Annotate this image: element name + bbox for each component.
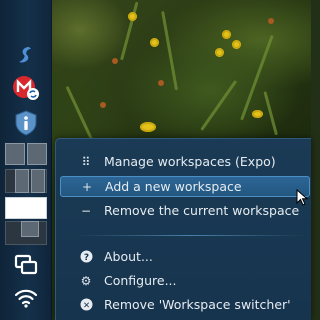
yellow-flower [150,38,159,47]
network-applet[interactable] [0,285,52,311]
menu-item-label: About... [104,249,153,264]
yellow-flower [215,48,224,57]
menu-item-manage-workspaces[interactable]: ⠿ Manage workspaces (Expo) [60,151,310,172]
menu-item-label: Configure... [104,273,177,288]
menu-item-about[interactable]: ? About... [60,246,310,267]
mega-sync-launcher[interactable] [0,74,52,102]
grass-blade [120,1,139,61]
configure-icon: ⚙ [80,273,92,288]
menu-item-add-workspace[interactable]: + Add a new workspace [60,176,310,197]
help-icon: ? [76,250,96,263]
window-switcher-icon [14,254,38,275]
workspace-3-active[interactable] [5,197,47,219]
svg-text:✕: ✕ [82,301,89,311]
workspace-1[interactable] [5,143,25,165]
menu-item-remove-workspace[interactable]: − Remove the current workspace [60,200,310,221]
menu-separator [76,235,306,236]
svg-text:?: ? [83,253,88,263]
flower-bud [268,18,274,24]
yellow-flower [252,110,263,118]
steam-launcher[interactable] [0,42,52,68]
grid-dots-icon: ⠿ [81,154,91,169]
yellow-flower [222,30,231,39]
grass-blade [200,79,238,131]
menu-item-label: Manage workspaces (Expo) [104,154,276,169]
menu-item-label: Remove 'Workspace switcher' [104,297,291,312]
yellow-flower [232,40,241,49]
workspace-2-window [31,169,45,193]
window-switcher-applet[interactable] [0,252,52,278]
workspace-switcher-context-menu: ⠿ Manage workspaces (Expo) + Add a new w… [55,138,311,320]
plus-icon: + [81,179,93,194]
wifi-icon [14,289,38,308]
vertical-panel [0,0,52,320]
minus-icon: − [80,203,92,218]
workspace-1-window [27,143,47,165]
yellow-flower [128,12,137,21]
yellow-flower [140,122,156,132]
grass-blade [161,10,178,91]
flower-bud [158,80,164,86]
steam-icon [19,47,31,63]
menu-item-configure[interactable]: ⚙ Configure... [60,270,310,291]
grass-blade [263,91,278,136]
menu-item-label: Remove the current workspace [104,203,300,218]
workspace-4-window [21,221,39,237]
flower-bud [100,102,106,108]
menu-item-remove-applet[interactable]: ✕ Remove 'Workspace switcher' [60,294,310,315]
menu-item-label: Add a new workspace [105,179,242,194]
flower-bud [112,58,118,64]
workspace-2-window [15,169,29,193]
mouse-pointer-icon [296,189,308,206]
mega-sync-icon [13,76,39,100]
info-shield-icon [15,110,37,136]
remove-circle-icon: ✕ [76,298,96,311]
info-shield-launcher[interactable] [0,108,52,138]
